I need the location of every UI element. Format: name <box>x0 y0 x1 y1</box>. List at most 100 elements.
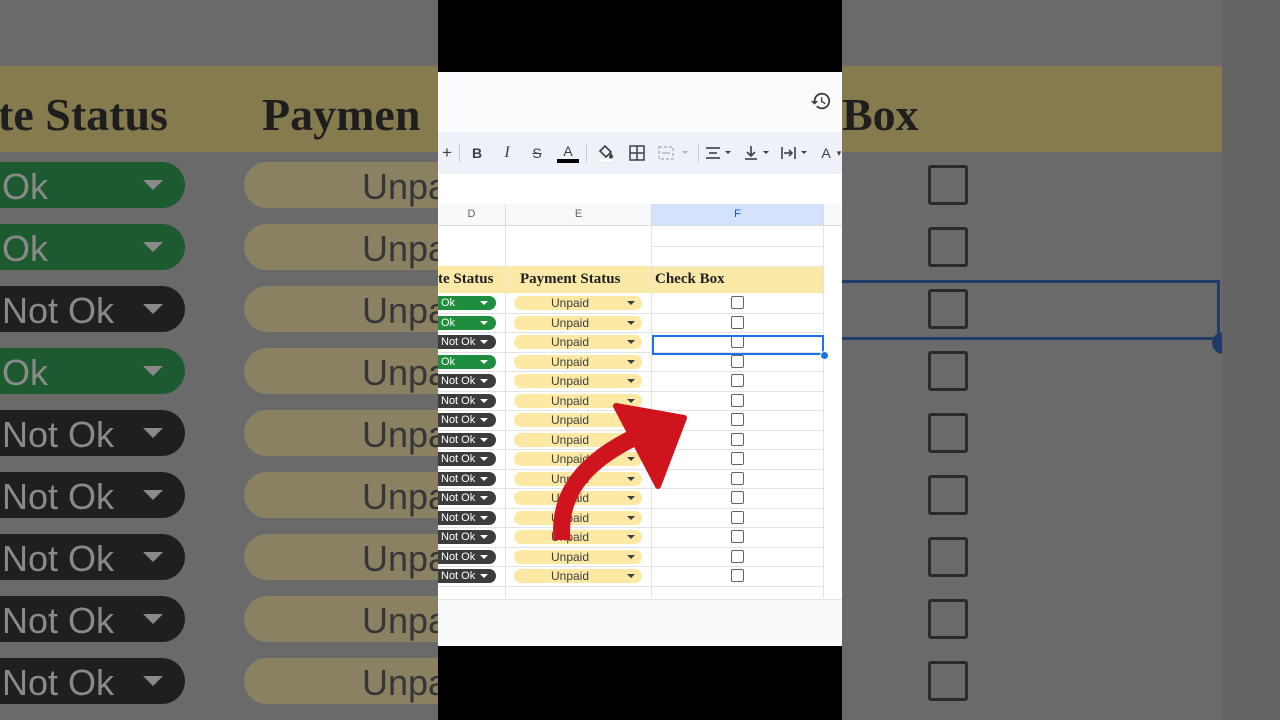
status-dropdown-chip[interactable]: Not Ok <box>438 549 496 564</box>
status-chip-label: Not Ok <box>441 570 476 582</box>
chevron-down-icon <box>143 180 163 190</box>
bg-checkbox <box>928 537 968 577</box>
header-payment-status[interactable]: Payment Status <box>520 266 620 293</box>
top-bar <box>438 72 842 132</box>
chevron-down-icon <box>627 320 635 325</box>
fill-color-button[interactable] <box>596 142 616 164</box>
fill-handle[interactable] <box>820 351 829 360</box>
column-header-d[interactable]: D <box>438 204 506 226</box>
chevron-down-icon <box>143 552 163 562</box>
checkbox[interactable] <box>731 393 744 407</box>
horizontal-align-button[interactable] <box>704 142 734 164</box>
chevron-down-icon <box>480 496 488 500</box>
status-dropdown-chip[interactable]: Not Ok <box>438 510 496 525</box>
text-color-button[interactable]: A <box>556 142 580 164</box>
column-header-next[interactable] <box>824 204 842 226</box>
status-chip-label: Not Ok <box>441 375 476 387</box>
status-chip-label: Not Ok <box>441 531 476 543</box>
payment-dropdown-chip[interactable]: Unpaid <box>514 549 642 564</box>
status-dropdown-chip[interactable]: Not Ok <box>438 471 496 486</box>
chevron-down-icon <box>143 428 163 438</box>
payment-dropdown-chip[interactable]: Unpaid <box>514 354 642 369</box>
version-history-icon[interactable] <box>810 90 832 112</box>
chevron-down-icon <box>480 320 488 325</box>
checkbox[interactable] <box>731 413 744 426</box>
row-divider <box>438 546 824 548</box>
row-divider <box>652 246 824 247</box>
bg-checkbox <box>928 165 968 205</box>
status-chip-label: Ok <box>441 297 456 309</box>
red-arrow-annotation <box>553 403 687 540</box>
bg-status-label: Not Ok <box>2 476 115 517</box>
bg-payment-label: Unpa <box>362 662 449 703</box>
header-check-box[interactable]: Check Box <box>655 266 725 293</box>
payment-chip-label: Unpaid <box>550 569 590 583</box>
status-dropdown-chip[interactable]: Not Ok <box>438 374 496 388</box>
vertical-align-button[interactable] <box>742 142 772 164</box>
bg-payment-chip: Unpa <box>244 410 448 456</box>
bg-right-strip <box>1222 0 1280 720</box>
status-dropdown-chip[interactable]: Not Ok <box>438 569 496 583</box>
checkbox[interactable] <box>731 471 744 485</box>
chevron-down-icon <box>627 301 635 305</box>
checkbox[interactable] <box>731 491 744 504</box>
bg-status-label: Not Ok <box>2 662 115 703</box>
checkbox[interactable] <box>731 549 744 563</box>
bg-status-label: Not Ok <box>2 538 115 579</box>
bg-payment-label: Unpa <box>362 228 449 269</box>
status-dropdown-chip[interactable]: Ok <box>438 354 496 369</box>
add-icon[interactable]: + <box>440 142 454 164</box>
bg-status-chip: Ok <box>0 348 185 394</box>
bg-status-chip: Not Ok <box>0 534 185 580</box>
checkbox[interactable] <box>731 354 744 368</box>
bg-payment-chip: Unpa <box>244 596 448 642</box>
chevron-down-icon <box>143 304 163 314</box>
strikethrough-button[interactable]: S <box>528 142 546 164</box>
checkbox[interactable] <box>731 510 744 524</box>
bg-checkbox <box>928 227 968 267</box>
text-wrap-icon <box>781 147 807 159</box>
payment-dropdown-chip[interactable]: Unpaid <box>514 296 642 310</box>
checkbox[interactable] <box>731 315 744 329</box>
bg-payment-chip: Unpa <box>244 534 448 580</box>
payment-dropdown-chip[interactable]: Unpaid <box>514 569 642 583</box>
borders-button[interactable] <box>627 142 647 164</box>
column-header-e[interactable]: E <box>506 204 652 226</box>
status-dropdown-chip[interactable]: Not Ok <box>438 432 496 447</box>
checkbox[interactable] <box>731 374 744 387</box>
bold-button[interactable]: B <box>469 142 485 164</box>
status-chip-label: Not Ok <box>441 511 476 524</box>
status-dropdown-chip[interactable]: Ok <box>438 315 496 330</box>
status-dropdown-chip[interactable]: Not Ok <box>438 491 496 505</box>
status-dropdown-chip[interactable]: Not Ok <box>438 335 496 349</box>
bg-status-chip: Not Ok <box>0 286 185 332</box>
toolbar-divider <box>698 144 699 162</box>
checkbox[interactable] <box>731 569 744 582</box>
merge-cells-button[interactable] <box>658 142 692 164</box>
selected-cell[interactable] <box>652 335 824 355</box>
checkbox[interactable] <box>731 530 744 543</box>
status-chip-label: Not Ok <box>441 414 476 426</box>
bg-status-label: Ok <box>2 166 49 207</box>
payment-dropdown-chip[interactable]: Unpaid <box>514 335 642 349</box>
text-color-swatch <box>557 158 579 163</box>
chevron-down-icon <box>480 359 488 364</box>
column-header-f[interactable]: F <box>652 204 824 226</box>
status-dropdown-chip[interactable]: Not Ok <box>438 413 496 427</box>
status-dropdown-chip[interactable]: Ok <box>438 296 496 310</box>
checkbox[interactable] <box>731 452 744 465</box>
text-wrap-button[interactable] <box>780 142 810 164</box>
status-dropdown-chip[interactable]: Not Ok <box>438 393 496 408</box>
chevron-down-icon <box>143 242 163 252</box>
payment-dropdown-chip[interactable]: Unpaid <box>514 374 642 388</box>
header-status[interactable]: te Status <box>438 266 493 293</box>
payment-dropdown-chip[interactable]: Unpaid <box>514 315 642 330</box>
text-rotation-button[interactable]: A <box>818 142 834 164</box>
status-dropdown-chip[interactable]: Not Ok <box>438 530 496 544</box>
status-dropdown-chip[interactable]: Not Ok <box>438 452 496 466</box>
checkbox[interactable] <box>731 432 744 446</box>
italic-button[interactable]: I <box>499 142 515 164</box>
formula-bar[interactable] <box>438 174 842 202</box>
checkbox[interactable] <box>731 296 744 309</box>
bg-payment-label: Unpa <box>362 600 449 641</box>
